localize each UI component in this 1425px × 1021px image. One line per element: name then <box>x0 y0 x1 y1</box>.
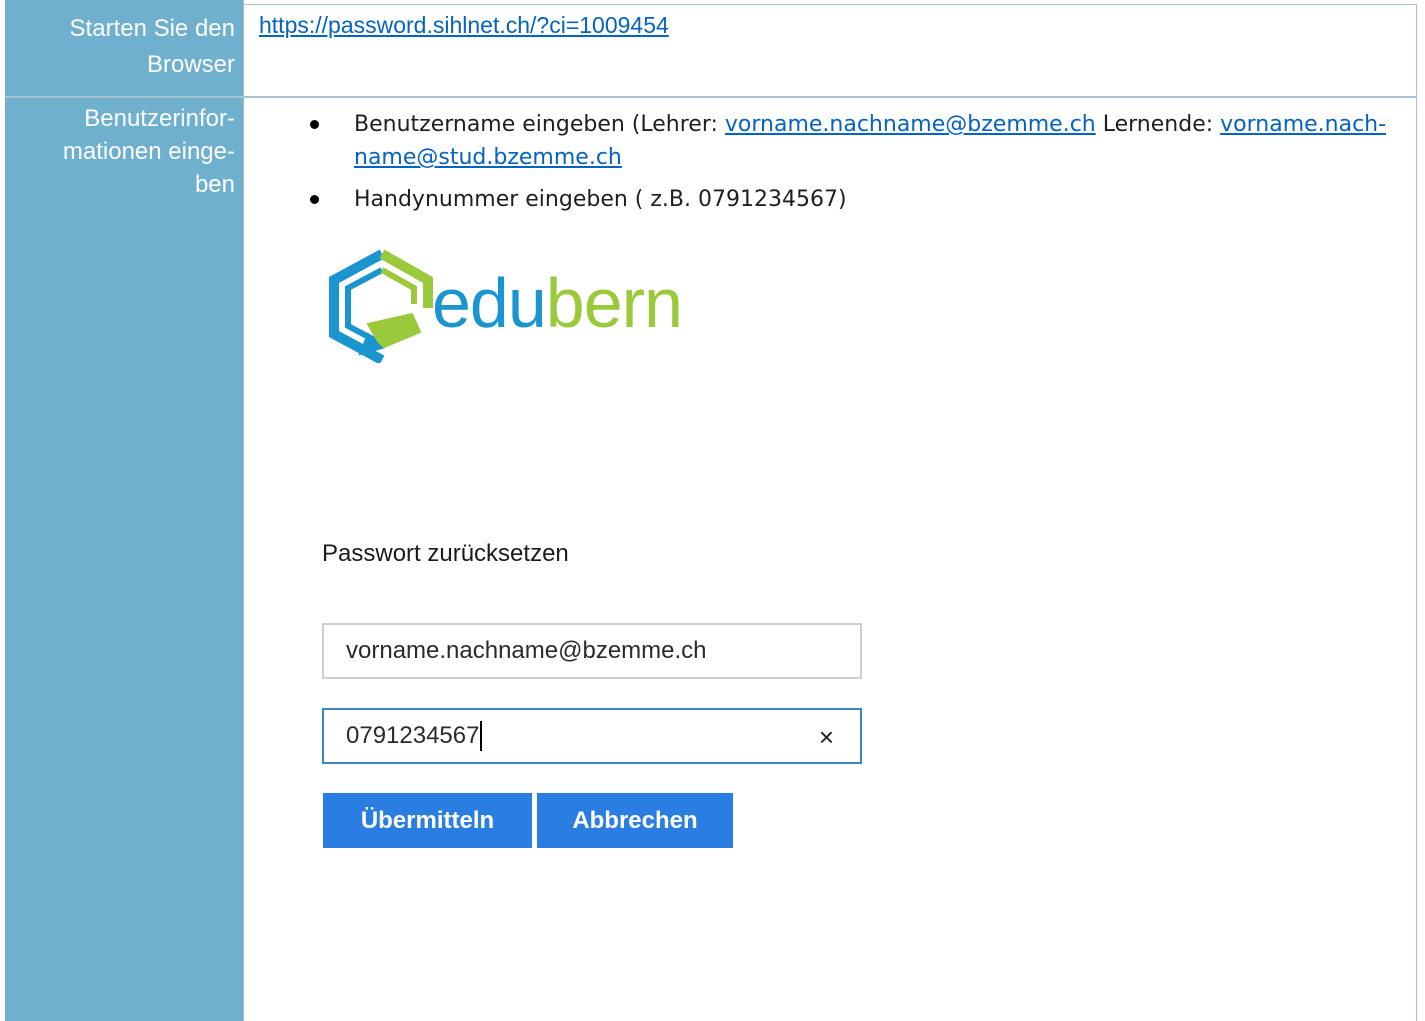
clear-icon[interactable]: × <box>819 722 834 753</box>
instruction-text: Handynummer eingeben ( z.B. 0791234567) <box>354 187 847 212</box>
row-label-line: Starten Sie den <box>69 15 235 42</box>
row-label-line: Benutzerinfor- <box>84 105 235 132</box>
instruction-text: Lernende: <box>1095 112 1221 137</box>
logo-text-bern: bern <box>545 264 683 342</box>
label-column: Starten Sie den Browser Benutzerinfor- m… <box>5 0 244 1021</box>
row-label-line: Browser <box>146 51 235 78</box>
logo-text-edu: edu <box>432 264 547 342</box>
instruction-list: Benutzername eingeben (Lehrer: vorname.n… <box>300 108 1410 225</box>
table-border-right <box>1416 4 1417 1021</box>
row-label-line: mationen einge- <box>62 138 235 165</box>
username-value: vorname.nachname@bzemme.ch <box>346 637 707 664</box>
student-email-link-continued[interactable]: name@stud.bzemme.ch <box>354 145 622 170</box>
phone-value: 0791234567 <box>346 722 480 749</box>
row-label-user-info: Benutzerinfor- mationen einge- ben <box>5 102 248 201</box>
student-email-link[interactable]: vorname.nach- <box>1220 112 1386 137</box>
row-label-start-browser: Starten Sie den Browser <box>5 11 248 83</box>
edubern-logo-text: edubern <box>432 258 683 348</box>
page-title: Passwort zurücksetzen <box>322 540 569 567</box>
cancel-button[interactable]: Abbrechen <box>537 793 733 848</box>
teacher-email-link[interactable]: vorname.nachname@bzemme.ch <box>725 112 1096 137</box>
row-divider <box>5 96 1417 98</box>
list-item: Benutzername eingeben (Lehrer: vorname.n… <box>300 108 1410 174</box>
instruction-text: Benutzername eingeben (Lehrer: <box>354 112 725 137</box>
bullet-icon <box>310 195 319 204</box>
text-caret <box>480 721 483 751</box>
bullet-icon <box>310 120 319 129</box>
password-reset-link[interactable]: https://password.sihlnet.ch/?ci=1009454 <box>259 12 669 39</box>
phone-input[interactable]: 0791234567 × <box>322 708 862 764</box>
submit-button[interactable]: Übermitteln <box>323 793 532 848</box>
row-label-line: ben <box>194 171 235 198</box>
username-input[interactable]: vorname.nachname@bzemme.ch <box>322 623 862 679</box>
list-item: Handynummer eingeben ( z.B. 0791234567) <box>300 183 1410 216</box>
